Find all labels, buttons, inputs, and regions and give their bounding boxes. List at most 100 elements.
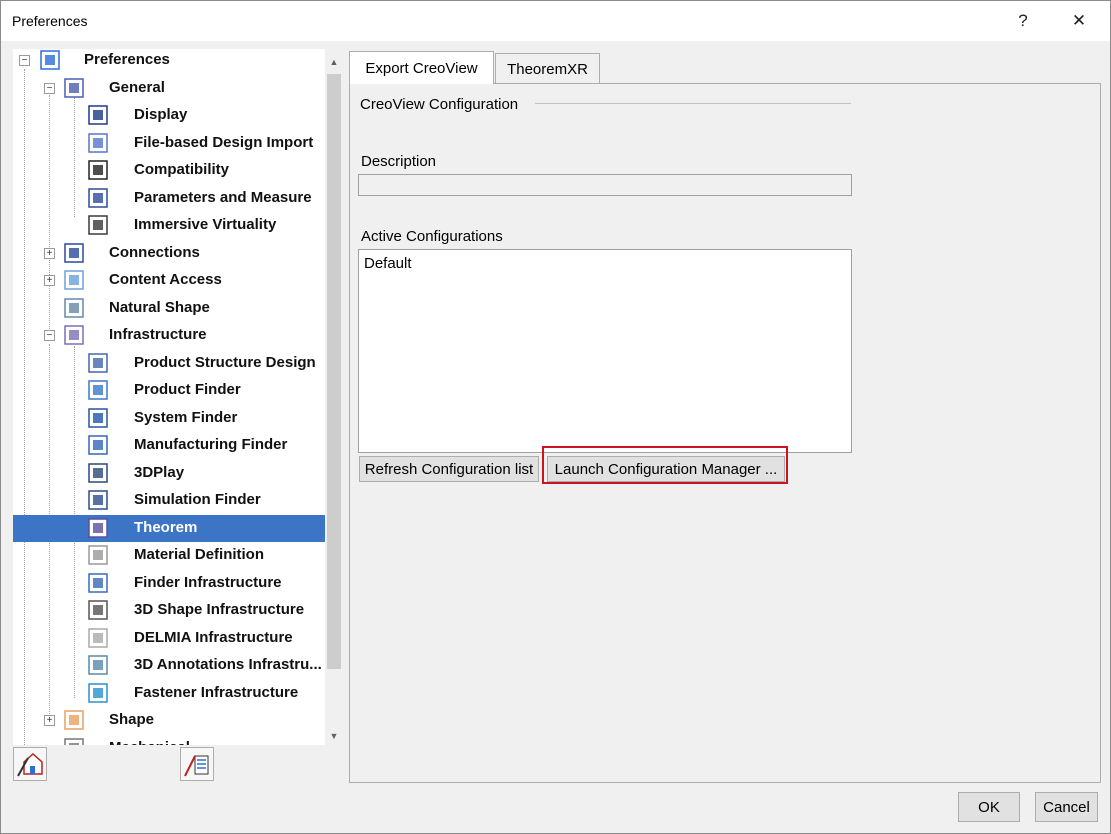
tab-theoremxr[interactable]: TheoremXR xyxy=(495,53,600,84)
tree-item-finder-infrastructure[interactable]: Finder Infrastructure xyxy=(13,570,325,597)
collapse-icon[interactable]: − xyxy=(44,330,55,341)
tree-item-fastener-infrastructure[interactable]: Fastener Infrastructure xyxy=(13,680,325,707)
settings-panel: CreoView Configuration Description Activ… xyxy=(349,83,1101,783)
refresh-configuration-button[interactable]: Refresh Configuration list xyxy=(359,456,539,482)
tree-item-compatibility[interactable]: Compatibility xyxy=(13,157,325,184)
tree-item-system-finder[interactable]: System Finder xyxy=(13,405,325,432)
tree-item-label: Shape xyxy=(109,711,155,728)
collapse-icon[interactable]: − xyxy=(44,82,55,94)
tree-item-display[interactable]: Display xyxy=(13,102,325,129)
tree-item-label: Mechanical xyxy=(109,739,190,746)
tree-item-label: Theorem xyxy=(134,518,198,536)
product-finder-icon xyxy=(87,378,111,402)
tree-item-label: System Finder xyxy=(134,408,238,426)
tree-item-label: 3DPlay xyxy=(134,463,185,481)
expand-icon[interactable]: + xyxy=(44,247,55,259)
scroll-thumb[interactable] xyxy=(327,74,341,669)
tree-item-3dplay[interactable]: 3DPlay xyxy=(13,460,325,487)
tree-item-label: Connections xyxy=(109,243,200,261)
tree-item-label: Natural Shape xyxy=(109,298,210,316)
export-settings-button[interactable] xyxy=(180,747,214,781)
tree-item-parameters-and-measure[interactable]: Parameters and Measure xyxy=(13,185,325,212)
play-icon xyxy=(87,461,111,485)
tree-item-natural-shape[interactable]: Natural Shape xyxy=(13,295,325,322)
preferences-tree[interactable]: − Preferences − General Display File-based De… xyxy=(13,49,325,745)
tree-item-infrastructure[interactable]: − Infrastructure xyxy=(13,322,325,349)
window-title: Preferences xyxy=(12,13,88,29)
scroll-up-arrow-icon[interactable]: ▲ xyxy=(325,53,343,71)
display-icon xyxy=(87,103,111,127)
theorem-icon xyxy=(87,516,111,540)
mechanical-icon xyxy=(63,736,87,745)
preferences-dialog: Preferences ? ✕ − Preferences − General Disp… xyxy=(0,0,1111,834)
tree-item-label: Fastener Infrastructure xyxy=(134,683,299,701)
immersive-icon xyxy=(87,213,111,237)
tree-item-connections[interactable]: + Connections xyxy=(13,240,325,267)
description-label: Description xyxy=(361,153,437,170)
tree-item-label: Product Structure Design xyxy=(134,353,316,371)
tree-item-label: Product Finder xyxy=(134,381,241,398)
tree-item-label: File-based Design Import xyxy=(134,133,314,151)
cancel-button[interactable]: Cancel xyxy=(1035,792,1098,822)
content-access-icon xyxy=(63,268,87,292)
simulation-finder-icon xyxy=(87,488,111,512)
preferences-icon xyxy=(39,49,63,72)
delmia-icon xyxy=(87,626,111,650)
description-field[interactable] xyxy=(358,174,852,196)
tree-item-file-based-design-import[interactable]: File-based Design Import xyxy=(13,130,325,157)
annotations-icon xyxy=(87,653,111,677)
tree-item-immersive-virtuality[interactable]: Immersive Virtuality xyxy=(13,212,325,239)
tree-item-3d-annotations-infrastru[interactable]: 3D Annotations Infrastru... xyxy=(13,652,325,679)
tree-item-theorem[interactable]: Theorem xyxy=(13,514,325,542)
natural-shape-icon xyxy=(63,296,87,320)
tree-scrollbar[interactable]: ▲ ▼ xyxy=(325,49,343,745)
group-divider xyxy=(535,103,851,104)
title-bar: Preferences ? ✕ xyxy=(1,1,1110,41)
tree-item-material-definition[interactable]: Material Definition xyxy=(13,542,325,569)
tree-item-manufacturing-finder[interactable]: Manufacturing Finder xyxy=(13,432,325,459)
tree-item-label: Manufacturing Finder xyxy=(134,436,288,453)
ok-button[interactable]: OK xyxy=(958,792,1020,822)
compatibility-icon xyxy=(87,158,111,182)
tree-item-product-finder[interactable]: Product Finder xyxy=(13,377,325,404)
close-button[interactable]: ✕ xyxy=(1059,7,1099,35)
connections-icon xyxy=(63,241,87,265)
expand-icon[interactable]: + xyxy=(44,275,55,286)
tree-item-content-access[interactable]: + Content Access xyxy=(13,267,325,294)
tree-item-label: 3D Shape Infrastructure xyxy=(134,601,305,618)
list-item[interactable]: Default xyxy=(364,255,412,272)
tree-item-label: Parameters and Measure xyxy=(134,188,312,206)
fastener-icon xyxy=(87,681,111,705)
tree-item-product-structure-design[interactable]: Product Structure Design xyxy=(13,350,325,377)
material-icon xyxy=(87,543,111,567)
tree-item-mechanical[interactable]: Mechanical xyxy=(13,735,325,746)
tree-item-label: Compatibility xyxy=(134,161,230,178)
help-button[interactable]: ? xyxy=(1003,7,1043,35)
infrastructure-icon xyxy=(63,323,87,347)
finder-infra-icon xyxy=(87,571,111,595)
tree-item-3d-shape-infrastructure[interactable]: 3D Shape Infrastructure xyxy=(13,597,325,624)
manufacturing-finder-icon xyxy=(87,433,111,457)
tree-item-label: Preferences xyxy=(84,51,170,68)
tree-item-label: Infrastructure xyxy=(109,326,207,343)
active-configurations-list[interactable]: Default xyxy=(358,249,852,453)
product-structure-icon xyxy=(87,351,111,375)
system-finder-icon xyxy=(87,406,111,430)
collapse-icon[interactable]: − xyxy=(19,55,30,66)
tree-item-general[interactable]: − General xyxy=(13,75,325,102)
tree-item-preferences[interactable]: − Preferences xyxy=(13,49,325,74)
general-icon xyxy=(63,76,87,100)
file-import-icon xyxy=(87,131,111,155)
tree-item-label: Display xyxy=(134,106,188,123)
tab-export-creoview[interactable]: Export CreoView xyxy=(349,51,494,84)
scroll-down-arrow-icon[interactable]: ▼ xyxy=(325,727,343,745)
expand-icon[interactable]: + xyxy=(44,715,55,726)
reset-defaults-button[interactable] xyxy=(13,747,47,781)
tree-item-delmia-infrastructure[interactable]: DELMIA Infrastructure xyxy=(13,625,325,652)
tree-item-label: Finder Infrastructure xyxy=(134,573,282,591)
tree-item-simulation-finder[interactable]: Simulation Finder xyxy=(13,487,325,514)
tree-item-label: Content Access xyxy=(109,271,222,288)
highlight-box xyxy=(542,446,788,484)
group-title: CreoView Configuration xyxy=(360,96,519,113)
tree-item-shape[interactable]: + Shape xyxy=(13,707,325,734)
